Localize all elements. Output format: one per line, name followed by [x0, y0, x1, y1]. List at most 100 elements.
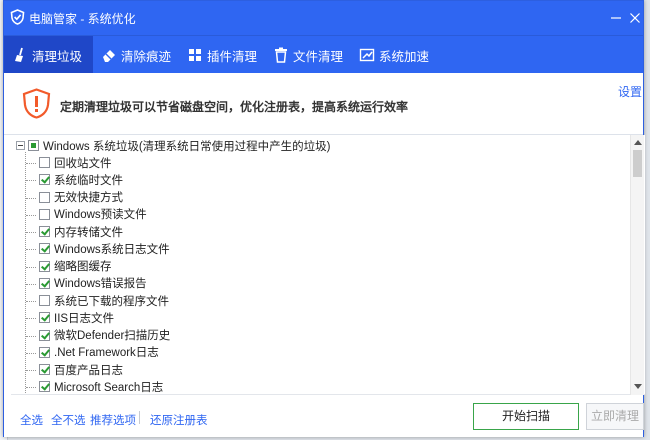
broom-icon	[12, 47, 28, 63]
select-none-link[interactable]: 全不选	[51, 412, 86, 428]
tree-item-row[interactable]: 无效快捷方式	[39, 189, 123, 206]
tree-item-label: 回收站文件	[54, 157, 112, 170]
tree-item-label: 内存转储文件	[54, 226, 123, 239]
root-checkbox[interactable]	[28, 140, 39, 151]
system-optimize-window: 电脑管家 - 系统优化 清理垃圾 清除痕迹 插件清理 文件清理 系统加速 定期清…	[3, 0, 645, 437]
notice-message: 定期清理垃圾可以节省磁盘空间，优化注册表，提高系统运行效率	[60, 100, 409, 114]
window-title: 电脑管家 - 系统优化	[29, 12, 136, 26]
tab-label: 清理垃圾	[32, 49, 83, 64]
tree-item-row[interactable]: 系统已下载的程序文件	[39, 292, 169, 309]
tree-guide-line	[26, 318, 36, 320]
vertical-scrollbar[interactable]	[630, 135, 644, 395]
puzzle-icon	[187, 47, 203, 63]
tree-item-label: Windows预读文件	[54, 209, 147, 222]
tree-item-row[interactable]: 百度产品日志	[39, 361, 123, 378]
tree-item-row[interactable]: 内存转储文件	[39, 223, 123, 240]
footer-divider	[139, 411, 140, 424]
scroll-down-icon[interactable]	[634, 384, 642, 389]
tree-guide-line	[26, 266, 36, 268]
tab-system-speedup[interactable]: 系统加速	[351, 36, 437, 74]
tab-label: 清除痕迹	[121, 49, 172, 64]
minimize-icon	[611, 17, 621, 19]
item-checkbox[interactable]	[39, 174, 50, 186]
tree-item-row[interactable]: 系统临时文件	[39, 171, 123, 188]
item-checkbox[interactable]	[39, 364, 50, 375]
tree-guide-line	[26, 180, 36, 182]
tree-guide-line	[26, 335, 36, 337]
tree-item-label: Windows错误报告	[54, 278, 147, 291]
tree-guide-line	[26, 387, 36, 389]
item-checkbox[interactable]	[39, 157, 50, 168]
tree-item-label: 百度产品日志	[54, 364, 123, 377]
tab-bar: 清理垃圾 清除痕迹 插件清理 文件清理 系统加速	[4, 35, 643, 74]
item-checkbox[interactable]	[39, 277, 50, 289]
minimize-button[interactable]	[608, 10, 624, 26]
tree-item-row[interactable]: 缩略图缓存	[39, 258, 112, 275]
tree-guide-line	[26, 249, 36, 251]
tree-item-label: 系统临时文件	[54, 174, 123, 187]
start-scan-button[interactable]: 开始扫描	[473, 403, 579, 430]
eraser-icon	[101, 47, 117, 63]
tree-item-label: .Net Framework日志	[54, 347, 159, 360]
tree-guide-line	[26, 214, 36, 216]
footer-bar: 全选 全不选 推荐选项 还原注册表 开始扫描 立即清理	[4, 396, 644, 437]
tree-item-row[interactable]: Windows系统日志文件	[39, 240, 170, 257]
tree-item-row[interactable]: 回收站文件	[39, 154, 112, 171]
tree-item-row[interactable]: Microsoft Search日志	[39, 378, 164, 394]
item-checkbox[interactable]	[39, 381, 50, 393]
select-all-link[interactable]: 全选	[20, 412, 43, 428]
tab-label: 插件清理	[207, 49, 258, 64]
item-checkbox[interactable]	[39, 226, 50, 237]
tree-guide-line	[26, 352, 36, 354]
tree-item-label: Microsoft Search日志	[54, 381, 164, 394]
item-checkbox[interactable]	[39, 260, 50, 272]
tree-guide-line	[26, 283, 36, 285]
tree-root-label: Windows 系统垃圾(清理系统日常使用过程中产生的垃圾)	[43, 140, 331, 153]
tree-item-label: 无效快捷方式	[54, 192, 123, 204]
notice-banner: 定期清理垃圾可以节省磁盘空间，优化注册表，提高系统运行效率 设置	[4, 73, 643, 135]
settings-link[interactable]: 设置	[618, 83, 642, 100]
tree-guide-line	[25, 152, 26, 394]
tree-root-row[interactable]: Windows 系统垃圾(清理系统日常使用过程中产生的垃圾)	[16, 137, 331, 154]
item-checkbox[interactable]	[39, 329, 50, 341]
speed-icon	[359, 47, 375, 63]
tree-guide-line	[26, 163, 36, 164]
item-checkbox[interactable]	[39, 191, 50, 203]
trash-icon	[273, 47, 289, 63]
close-icon	[630, 13, 640, 23]
close-button[interactable]	[627, 10, 643, 26]
tree-item-row[interactable]: Windows错误报告	[39, 275, 147, 292]
clean-now-button[interactable]: 立即清理	[586, 403, 644, 430]
warning-icon	[21, 88, 52, 119]
tab-clear-traces[interactable]: 清除痕迹	[93, 36, 179, 74]
tab-file-clean[interactable]: 文件清理	[265, 36, 351, 74]
restore-registry-link[interactable]: 还原注册表	[150, 412, 208, 428]
tree-item-label: Windows系统日志文件	[54, 243, 170, 256]
tree-guide-line	[26, 301, 36, 302]
tab-plugin-clean[interactable]: 插件清理	[179, 36, 265, 74]
scroll-thumb[interactable]	[633, 150, 642, 177]
tree-guide-line	[26, 232, 36, 233]
tree-item-row[interactable]: 微软Defender扫描历史	[39, 327, 170, 344]
tree-item-label: 微软Defender扫描历史	[54, 330, 171, 342]
tree-item-row[interactable]: Windows预读文件	[39, 206, 147, 223]
tree-guide-line	[26, 197, 36, 199]
scroll-up-icon[interactable]	[634, 140, 642, 145]
junk-category-tree: Windows 系统垃圾(清理系统日常使用过程中产生的垃圾) 回收站文件系统临时…	[11, 135, 645, 395]
tree-guide-line	[26, 370, 36, 371]
tree-item-row[interactable]: IIS日志文件	[39, 309, 114, 326]
item-checkbox[interactable]	[39, 312, 50, 324]
item-checkbox[interactable]	[39, 346, 50, 358]
item-checkbox[interactable]	[39, 295, 50, 306]
tree-item-label: 缩略图缓存	[54, 261, 112, 273]
title-bar: 电脑管家 - 系统优化	[4, 1, 643, 35]
recommended-link[interactable]: 推荐选项	[90, 412, 136, 428]
item-checkbox[interactable]	[39, 243, 50, 255]
tree-item-label: 系统已下载的程序文件	[54, 295, 169, 308]
pc-manager-logo-icon	[10, 9, 25, 25]
item-checkbox[interactable]	[39, 208, 50, 220]
tab-clean-junk[interactable]: 清理垃圾	[4, 36, 93, 74]
tree-item-row[interactable]: .Net Framework日志	[39, 344, 159, 361]
tab-label: 系统加速	[379, 49, 430, 64]
collapse-toggle-icon[interactable]	[16, 141, 25, 150]
